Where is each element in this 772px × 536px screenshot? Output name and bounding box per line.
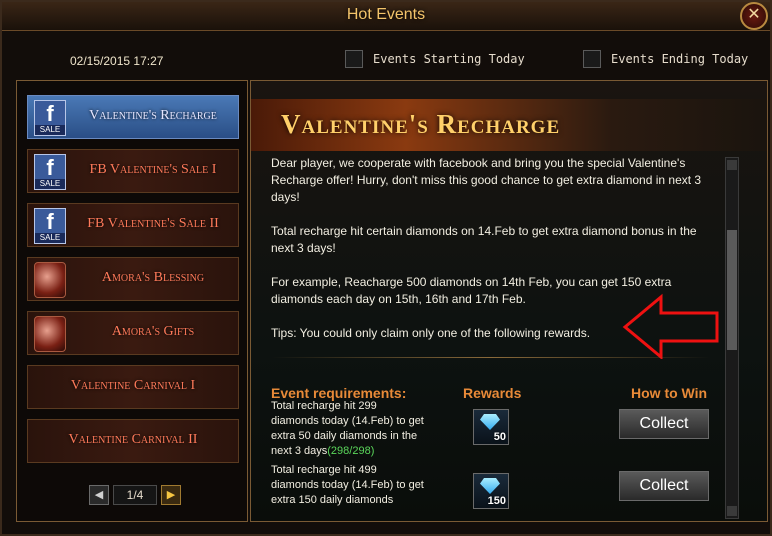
description-paragraph: Dear player, we cooperate with facebook … <box>271 156 702 204</box>
amora-portrait-icon <box>34 262 66 298</box>
sidebar-item-label: FB Valentine's Sale II <box>87 216 219 231</box>
event-list-panel: f SALE Valentine's Recharge f SALE FB Vale… <box>16 80 248 522</box>
scroll-thumb[interactable] <box>727 230 737 350</box>
next-page-button[interactable]: ▶ <box>161 485 181 505</box>
reward-diamond-icon[interactable]: 150 <box>473 473 509 509</box>
description-paragraph: Total recharge hit certain diamonds on 1… <box>271 224 697 255</box>
sidebar-item-label: FB Valentine's Sale I <box>89 162 217 177</box>
sidebar-item-label: Amora's Gifts <box>111 324 195 339</box>
diamond-icon <box>480 414 500 430</box>
section-divider <box>271 357 711 358</box>
sidebar-pager: ◀ 1/4 ▶ <box>89 483 181 505</box>
page-indicator: 1/4 <box>113 485 157 505</box>
sidebar-item-label: Valentine's Recharge <box>89 108 217 123</box>
reward-quantity: 50 <box>493 431 506 443</box>
starting-today-checkbox[interactable] <box>345 50 363 68</box>
sidebar-item-valentines-recharge[interactable]: f SALE Valentine's Recharge <box>27 95 239 139</box>
sidebar-item-valentine-carnival-1[interactable]: Valentine Carnival I <box>27 365 239 409</box>
facebook-sale-icon: f SALE <box>34 154 66 190</box>
filter-ending-today[interactable]: Events Ending Today <box>583 50 748 68</box>
reward-quantity: 150 <box>487 495 506 507</box>
ending-today-checkbox[interactable] <box>583 50 601 68</box>
how-to-win-heading: How to Win <box>631 385 708 401</box>
scroll-up-button[interactable] <box>727 160 737 170</box>
window-title: Hot Events <box>346 6 426 23</box>
collect-button[interactable]: Collect <box>619 471 709 501</box>
chevron-left-icon: ◀ <box>94 489 104 501</box>
title-bar: Hot Events ✕ <box>2 2 770 31</box>
starting-today-label: Events Starting Today <box>373 52 525 66</box>
event-title: Valentine's Recharge <box>281 109 561 139</box>
facebook-sale-icon: f SALE <box>34 100 66 136</box>
facebook-sale-icon: f SALE <box>34 208 66 244</box>
description-scrollbar[interactable] <box>725 157 739 519</box>
sidebar-item-fb-valentines-sale-1[interactable]: f SALE FB Valentine's Sale I <box>27 149 239 193</box>
prev-page-button[interactable]: ◀ <box>89 485 109 505</box>
rewards-heading: Rewards <box>463 385 522 401</box>
requirement-text: Total recharge hit 499 diamonds today (1… <box>271 464 424 506</box>
sidebar-item-label: Valentine Carnival I <box>70 378 196 393</box>
progress-text: (298/298) <box>327 445 375 457</box>
collect-button[interactable]: Collect <box>619 409 709 439</box>
close-icon: ✕ <box>747 6 761 23</box>
chevron-right-icon: ▶ <box>166 489 176 501</box>
current-datetime: 02/15/2015 17:27 <box>70 54 164 68</box>
amora-portrait-icon <box>34 316 66 352</box>
sidebar-item-label: Amora's Blessing <box>101 270 205 285</box>
event-detail-panel: Valentine's Recharge Dear player, we coo… <box>250 80 768 522</box>
sidebar-item-amoras-gifts[interactable]: Amora's Gifts <box>27 311 239 355</box>
scroll-down-button[interactable] <box>727 506 737 516</box>
filter-starting-today[interactable]: Events Starting Today <box>345 50 525 68</box>
ending-today-label: Events Ending Today <box>611 52 749 66</box>
reward-diamond-icon[interactable]: 50 <box>473 409 509 445</box>
event-banner: Valentine's Recharge <box>251 99 767 151</box>
sidebar-item-label: Valentine Carnival II <box>68 432 198 447</box>
hot-events-window: Hot Events ✕ 02/15/2015 17:27 Events Sta… <box>0 0 772 536</box>
red-arrow-annotation-icon <box>622 293 719 359</box>
sidebar-item-fb-valentines-sale-2[interactable]: f SALE FB Valentine's Sale II <box>27 203 239 247</box>
requirement-row-1: Total recharge hit 299 diamonds today (1… <box>271 399 426 459</box>
sidebar-item-valentine-carnival-2[interactable]: Valentine Carnival II <box>27 419 239 463</box>
close-button[interactable]: ✕ <box>740 2 768 30</box>
sidebar-item-amoras-blessing[interactable]: Amora's Blessing <box>27 257 239 301</box>
requirement-row-2: Total recharge hit 499 diamonds today (1… <box>271 463 426 508</box>
diamond-icon <box>480 478 500 494</box>
